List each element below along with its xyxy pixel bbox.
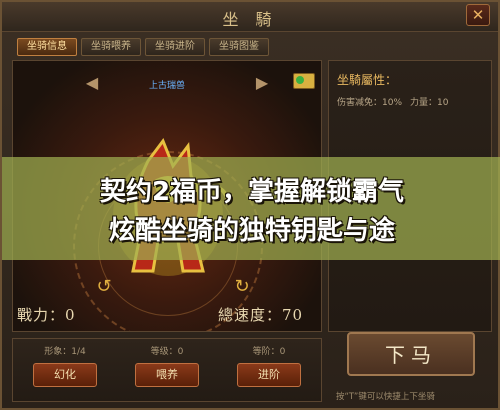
banner-line-1: 契约2福币，掌握解锁霸气 bbox=[99, 177, 405, 207]
tab-bar: 坐骑信息 坐骑喂养 坐骑进阶 坐骑图鉴 bbox=[17, 38, 269, 56]
speed-label: 總速度：70 bbox=[218, 306, 304, 324]
rank-value: 等阶：0 bbox=[252, 347, 286, 357]
tab-mount-info[interactable]: 坐骑信息 bbox=[17, 38, 77, 56]
tab-mount-advance[interactable]: 坐骑进阶 bbox=[145, 38, 205, 56]
feed-button[interactable]: 喂养 bbox=[135, 363, 199, 387]
appearance-slot: 形象：1/4 幻化 bbox=[17, 345, 113, 387]
rotate-left-icon[interactable]: ↺ bbox=[91, 276, 117, 298]
tab-mount-feed[interactable]: 坐骑喂养 bbox=[81, 38, 141, 56]
appearance-count: 形象：1/4 bbox=[44, 347, 86, 357]
rank-slot: 等阶：0 进阶 bbox=[221, 345, 317, 387]
damage-reduction: 伤害减免：10% bbox=[337, 98, 403, 108]
rotate-right-icon[interactable]: ↻ bbox=[229, 276, 255, 298]
attribute-line: 伤害减免：10% 力量：10 bbox=[337, 95, 448, 108]
mount-actions-panel: 形象：1/4 幻化 等级：0 喂养 等阶：0 进阶 bbox=[12, 338, 322, 402]
title-bar: 坐 騎 ✕ bbox=[2, 2, 498, 32]
mail-icon[interactable] bbox=[293, 73, 315, 89]
window-title: 坐 騎 bbox=[222, 10, 278, 29]
banner-line-2: 炫酷坐骑的独特钥匙与途 bbox=[108, 216, 395, 246]
attribute-title: 坐騎屬性： bbox=[337, 73, 398, 87]
transform-button[interactable]: 幻化 bbox=[33, 363, 97, 387]
level-slot: 等级：0 喂养 bbox=[119, 345, 215, 387]
close-icon[interactable]: ✕ bbox=[466, 4, 490, 26]
tab-mount-catalog[interactable]: 坐骑图鉴 bbox=[209, 38, 269, 56]
strength-value: 力量：10 bbox=[410, 98, 449, 108]
arrow-right-icon[interactable]: ▶ bbox=[253, 73, 271, 95]
dismount-button[interactable]: 下马 bbox=[347, 332, 475, 376]
hotkey-hint: 按“T”键可以快捷上下坐骑 bbox=[336, 392, 435, 402]
mount-window: 坐 騎 ✕ 坐骑信息 坐骑喂养 坐骑进阶 坐骑图鉴 ◀ 上古瑞兽 ▶ ↺ ↻ 戰… bbox=[0, 0, 500, 410]
mount-name: 上古瑞兽 bbox=[148, 81, 185, 91]
promo-banner: 契约2福币，掌握解锁霸气 炫酷坐骑的独特钥匙与途 bbox=[2, 157, 500, 260]
power-label: 戰力：0 bbox=[17, 306, 76, 324]
mount-stats: 戰力：0 總速度：70 bbox=[13, 301, 321, 331]
advance-button[interactable]: 进阶 bbox=[237, 363, 301, 387]
level-value: 等级：0 bbox=[150, 347, 184, 357]
